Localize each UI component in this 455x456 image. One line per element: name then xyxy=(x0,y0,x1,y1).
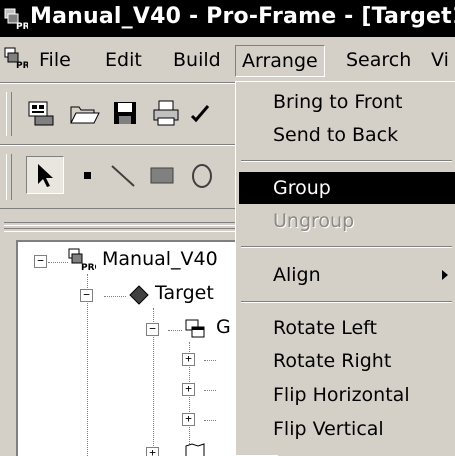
project-root-icon: PRO xyxy=(68,248,96,272)
tree-connector xyxy=(204,420,216,421)
window-title: Manual_V40 - Pro-Frame - [Target1 xyxy=(30,4,455,29)
menu-item-flip-horizontal[interactable]: Flip Horizontal xyxy=(239,379,455,411)
tree-connector xyxy=(204,360,216,361)
rectangle-tool-icon[interactable] xyxy=(148,164,178,188)
menu-separator xyxy=(241,301,452,303)
panel-separator xyxy=(4,222,244,226)
menu-item-rotate-left[interactable]: Rotate Left xyxy=(239,312,455,344)
menu-item-send-to-back[interactable]: Send to Back xyxy=(239,119,455,151)
pro-frame-app-icon: PRO xyxy=(4,8,28,30)
menu-item-group[interactable]: Group xyxy=(239,172,455,204)
expand-item-toggle[interactable]: + xyxy=(146,447,159,456)
menu-file[interactable]: File xyxy=(33,45,77,75)
tree-connector xyxy=(168,330,182,331)
menu-edit[interactable]: Edit xyxy=(99,45,148,75)
menu-item-bring-to-front[interactable]: Bring to Front xyxy=(239,86,455,118)
menu-arrange[interactable]: Arrange xyxy=(235,45,325,77)
collapse-root-toggle[interactable]: − xyxy=(34,255,47,268)
svg-text:PRO: PRO xyxy=(16,61,28,69)
menu-item-align[interactable]: Align xyxy=(239,259,455,291)
tree-node-target[interactable]: Target xyxy=(155,282,214,304)
save-icon[interactable] xyxy=(110,98,140,128)
expand-item-toggle[interactable]: + xyxy=(182,383,195,396)
toolbar-grip[interactable] xyxy=(6,154,12,200)
toolbar-grip[interactable] xyxy=(6,92,12,136)
svg-text:PRO: PRO xyxy=(16,22,28,30)
menu-item-ungroup[interactable]: Ungroup xyxy=(239,205,455,237)
tree-node-root[interactable]: Manual_V40 xyxy=(102,248,218,270)
tree-connector xyxy=(104,296,126,297)
target-diamond-icon xyxy=(129,285,149,305)
collapse-child-toggle[interactable]: − xyxy=(146,323,159,336)
menu-item-align-label: Align xyxy=(273,264,321,286)
windows-group-icon xyxy=(185,319,205,338)
open-folder-icon[interactable] xyxy=(68,98,100,128)
pointer-tool-button[interactable] xyxy=(26,156,64,194)
pro-frame-menu-icon[interactable]: PRO xyxy=(4,47,28,69)
expand-item-toggle[interactable]: + xyxy=(182,353,195,366)
menu-bar: PRO File Edit Build Arrange Search Vi xyxy=(0,37,455,83)
menu-separator xyxy=(241,160,452,162)
check-icon[interactable] xyxy=(190,102,210,126)
ellipse-tool-icon[interactable] xyxy=(190,162,212,190)
svg-text:PRO: PRO xyxy=(81,263,96,272)
menu-item-rotate-right[interactable]: Rotate Right xyxy=(239,345,455,377)
menu-build[interactable]: Build xyxy=(167,45,227,75)
tree-node-child[interactable]: G xyxy=(216,316,231,338)
print-icon[interactable] xyxy=(150,98,182,128)
collapse-target-toggle[interactable]: − xyxy=(80,289,93,302)
menu-item-flip-vertical[interactable]: Flip Vertical xyxy=(239,413,455,445)
expand-item-toggle[interactable]: + xyxy=(182,413,195,426)
submenu-arrow-icon xyxy=(442,270,448,280)
panel-separator xyxy=(4,228,244,232)
menu-view[interactable]: Vi xyxy=(425,45,455,75)
line-tool-icon[interactable] xyxy=(108,160,138,192)
new-project-icon[interactable] xyxy=(26,98,56,128)
title-bar: PRO Manual_V40 - Pro-Frame - [Target1 xyxy=(0,0,455,37)
pointer-arrow-icon xyxy=(38,164,53,187)
arrange-menu: Bring to Front Send to Back Group Ungrou… xyxy=(235,81,455,455)
menu-search[interactable]: Search xyxy=(340,45,417,75)
menu-separator xyxy=(241,246,452,248)
tree-connector xyxy=(48,262,68,263)
tree-connector xyxy=(204,390,216,391)
dot-tool-icon[interactable] xyxy=(78,164,98,188)
